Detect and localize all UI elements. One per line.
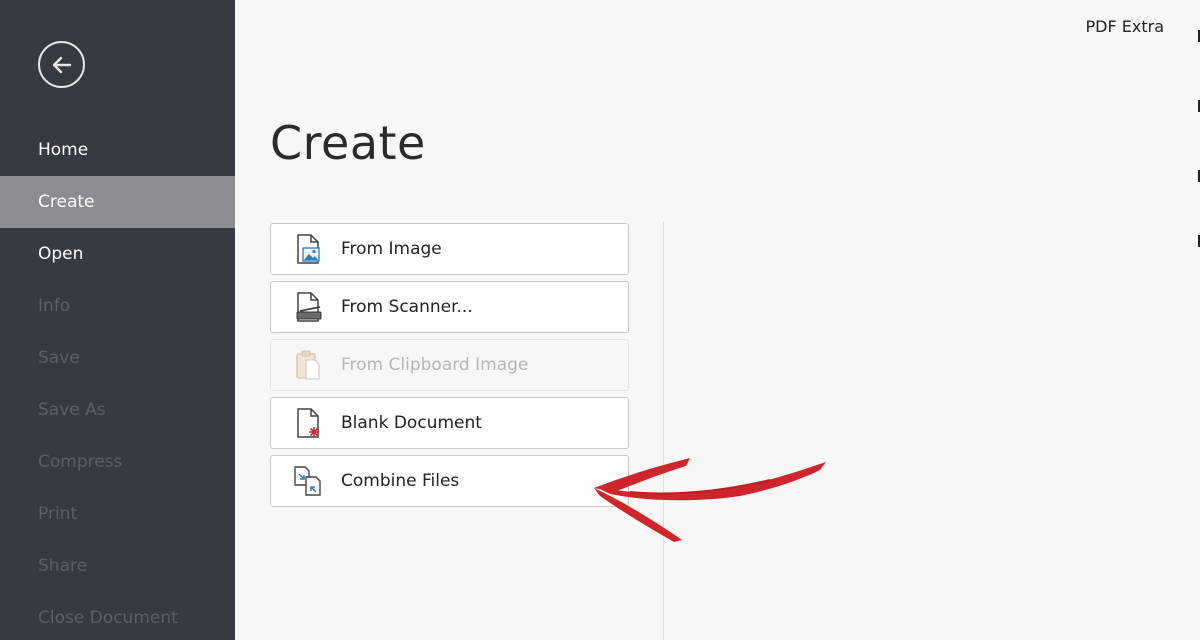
from-clipboard-image-button[interactable]: From Clipboard Image — [270, 339, 629, 391]
page-title: Create — [270, 116, 426, 170]
blank-document-label: Blank Document — [341, 413, 482, 433]
sidebar-item-label: Save — [38, 348, 80, 368]
sidebar-item-save[interactable]: Save — [0, 332, 235, 384]
sidebar-item-share[interactable]: Share — [0, 540, 235, 592]
sidebar: Home Create Open Info Save Save As Compr… — [0, 0, 235, 640]
arrow-left-icon — [52, 56, 71, 73]
sidebar-item-info[interactable]: Info — [0, 280, 235, 332]
sidebar-item-label: Print — [38, 504, 78, 524]
blank-document-icon — [293, 406, 323, 440]
annotation-arrow-icon — [594, 458, 826, 542]
combine-files-label: Combine Files — [341, 471, 460, 491]
sidebar-item-close-document[interactable]: Close Document — [0, 592, 235, 640]
sidebar-item-label: Open — [38, 244, 84, 264]
combine-files-icon — [293, 464, 323, 498]
sidebar-item-label: Info — [38, 296, 71, 316]
clipboard-icon — [293, 348, 323, 382]
image-file-icon — [293, 232, 323, 266]
blank-document-button[interactable]: Blank Document — [270, 397, 629, 449]
app-title: PDF Extra — [1085, 17, 1165, 36]
sidebar-item-create[interactable]: Create — [0, 176, 235, 228]
scanner-icon — [293, 290, 323, 324]
sidebar-item-open[interactable]: Open — [0, 228, 235, 280]
sidebar-item-label: Home — [38, 140, 89, 160]
from-scanner-button[interactable]: From Scanner... — [270, 281, 629, 333]
from-scanner-label: From Scanner... — [341, 297, 473, 317]
sidebar-item-label: Compress — [38, 452, 123, 472]
from-image-button[interactable]: From Image — [270, 223, 629, 275]
sidebar-item-label: Share — [38, 556, 88, 576]
sidebar-item-compress[interactable]: Compress — [0, 436, 235, 488]
from-image-label: From Image — [341, 239, 442, 259]
from-clipboard-image-label: From Clipboard Image — [341, 355, 529, 375]
combine-files-button[interactable]: Combine Files — [270, 455, 629, 507]
sidebar-item-save-as[interactable]: Save As — [0, 384, 235, 436]
sidebar-item-home[interactable]: Home — [0, 124, 235, 176]
sidebar-item-print[interactable]: Print — [0, 488, 235, 540]
sidebar-item-label: Save As — [38, 400, 106, 420]
sidebar-item-label: Create — [38, 192, 95, 212]
vertical-divider — [663, 222, 664, 640]
back-button[interactable] — [38, 41, 85, 88]
sidebar-item-label: Close Document — [38, 608, 178, 628]
